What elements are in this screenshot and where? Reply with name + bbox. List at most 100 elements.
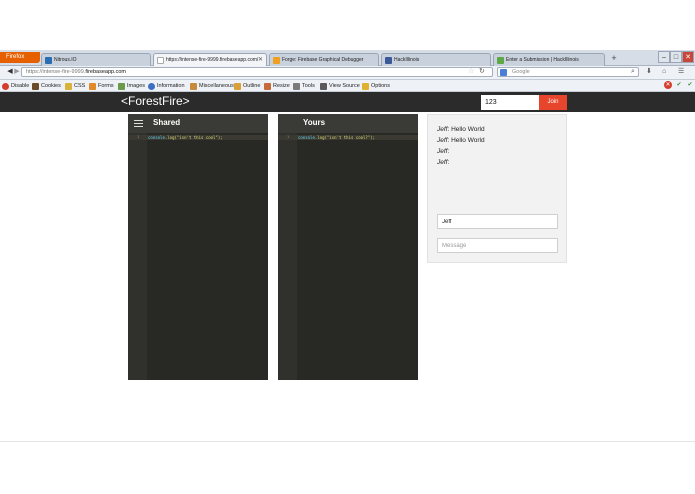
url-host: firebaseapp.com [85,69,126,75]
error-status-icon[interactable]: ✕ [664,81,672,89]
chat-message: Jeff: Hello World [437,136,485,145]
chat-text: : [447,159,450,166]
toolbar-css[interactable]: CSS [65,81,85,91]
screen: Firefox Nitrous.IO https://intense-fire-… [0,0,695,494]
outline-icon [234,83,241,90]
search-placeholder: Google [512,69,530,75]
toolbar-miscellaneous[interactable]: Miscellaneous [190,81,234,91]
chat-user: Jeff [437,137,448,144]
footer-divider [0,441,695,442]
minimize-icon[interactable]: – [658,51,670,63]
chat-name-input[interactable] [437,214,558,229]
images-icon [118,83,125,90]
shared-editor[interactable]: Shared 1 console.log("isn't this cool"); [128,114,268,380]
toolbar-label: View Source [329,83,360,89]
chat-message: Jeff: [437,147,449,156]
tab-forestfire[interactable]: https://intense-fire-9999.firebaseapp.co… [153,53,267,66]
toolbar-label: Outline [243,83,261,89]
toolbar-information[interactable]: Information [148,81,185,91]
hamburger-menu-icon[interactable] [134,120,143,127]
hackillinois-icon [497,57,504,64]
firebase-icon [273,57,280,64]
chat-user: Jeff [437,159,448,166]
search-bar[interactable]: Google [497,67,639,77]
toolbar-label: Options [371,83,390,89]
bookmark-star-icon[interactable]: ☆ [468,67,474,77]
toolbar-disable[interactable]: Disable [2,81,29,91]
toolbar-label: Information [157,83,185,89]
check-status-icon[interactable]: ✔ [686,81,694,89]
forms-icon [89,83,96,90]
toolbar-images[interactable]: Images [118,81,145,91]
tab-forge[interactable]: Forge: Firebase Graphical Debugger [269,53,379,66]
tools-icon [293,83,300,90]
tab-label: Nitrous.IO [54,57,77,63]
miscellaneous-icon [190,83,197,90]
toolbar-label: Images [127,83,146,89]
chat-message: Jeff: Hello World [437,125,485,134]
toolbar-options[interactable]: Options [362,81,390,91]
view-source-icon [320,83,327,90]
toolbar-label: Miscellaneous [199,83,234,89]
chat-text: : [447,148,450,155]
tab-hackillinois[interactable]: HackIllinois [381,53,491,66]
app-title: <ForestFire> [121,94,190,108]
tab-label: HackIllinois [394,57,420,63]
information-icon [148,83,155,90]
check-status-icon[interactable]: ✔ [675,81,683,89]
maximize-icon[interactable]: □ [670,51,682,63]
tab-nitrous[interactable]: Nitrous.IO [41,53,151,66]
chat-user: Jeff [437,126,448,133]
toolbar-resize[interactable]: Resize [264,81,290,91]
css-icon [65,83,72,90]
line-gutter [278,133,297,380]
code-line[interactable]: console.log("isn't this cool?"); [298,135,375,140]
code-keyword: console [298,135,315,140]
join-button[interactable]: Join [539,95,567,110]
tab-label: Enter a Submission | HackIllinois [506,57,579,63]
chat-text: : Hello World [447,137,485,144]
yours-editor[interactable]: Yours 1 console.log("isn't this cool?"); [278,114,418,380]
chat-message-input[interactable] [437,238,558,253]
chat-message: Jeff: [437,158,449,167]
toolbar-forms[interactable]: Forms [89,81,114,91]
shared-editor-header: Shared [128,114,268,133]
home-icon[interactable]: ⌂ [662,67,666,77]
tab-submission[interactable]: Enter a Submission | HackIllinois [493,53,605,66]
app-header [0,92,695,112]
page-icon [157,57,164,64]
yours-editor-header: Yours [278,114,418,133]
chat-text: : Hello World [447,126,485,133]
line-gutter [128,133,147,380]
toolbar-cookies[interactable]: Cookies [32,81,61,91]
url-prefix: https://intense-fire-9999. [26,69,86,75]
tab-label: https://intense-fire-9999.firebaseapp.co… [166,57,259,63]
toolbar-label: CSS [74,83,86,89]
line-number: 1 [137,135,140,139]
facebook-icon [385,57,392,64]
toolbar-label: Resize [273,83,290,89]
toolbar-label: Disable [11,83,30,89]
chat-user: Jeff [437,148,448,155]
toolbar-view-source[interactable]: View Source [320,81,360,91]
download-icon[interactable]: ⬇ [646,67,652,77]
close-tab-icon[interactable]: ✕ [258,54,263,66]
menu-icon[interactable]: ☰ [678,67,684,77]
firefox-menu-button[interactable]: Firefox [0,52,40,63]
close-window-icon[interactable]: ✕ [682,51,694,63]
google-icon [500,69,507,76]
code-line[interactable]: console.log("isn't this cool"); [148,135,223,140]
editor-title: Shared [153,118,181,127]
search-go-icon[interactable]: ⌕ [631,67,635,77]
toolbar-outline[interactable]: Outline [234,81,260,91]
room-id-input[interactable] [481,95,539,110]
options-icon [362,83,369,90]
tab-label: Forge: Firebase Graphical Debugger [282,57,364,63]
reload-icon[interactable]: ↻ [479,67,485,77]
new-tab-button[interactable]: + [609,53,619,65]
toolbar-tools[interactable]: Tools [293,81,315,91]
editor-title: Yours [303,118,326,127]
url-bar[interactable]: https://intense-fire-9999.firebaseapp.co… [21,67,493,77]
code-keyword: console [148,135,165,140]
code-rest: .log("isn't this cool?"); [314,135,376,140]
